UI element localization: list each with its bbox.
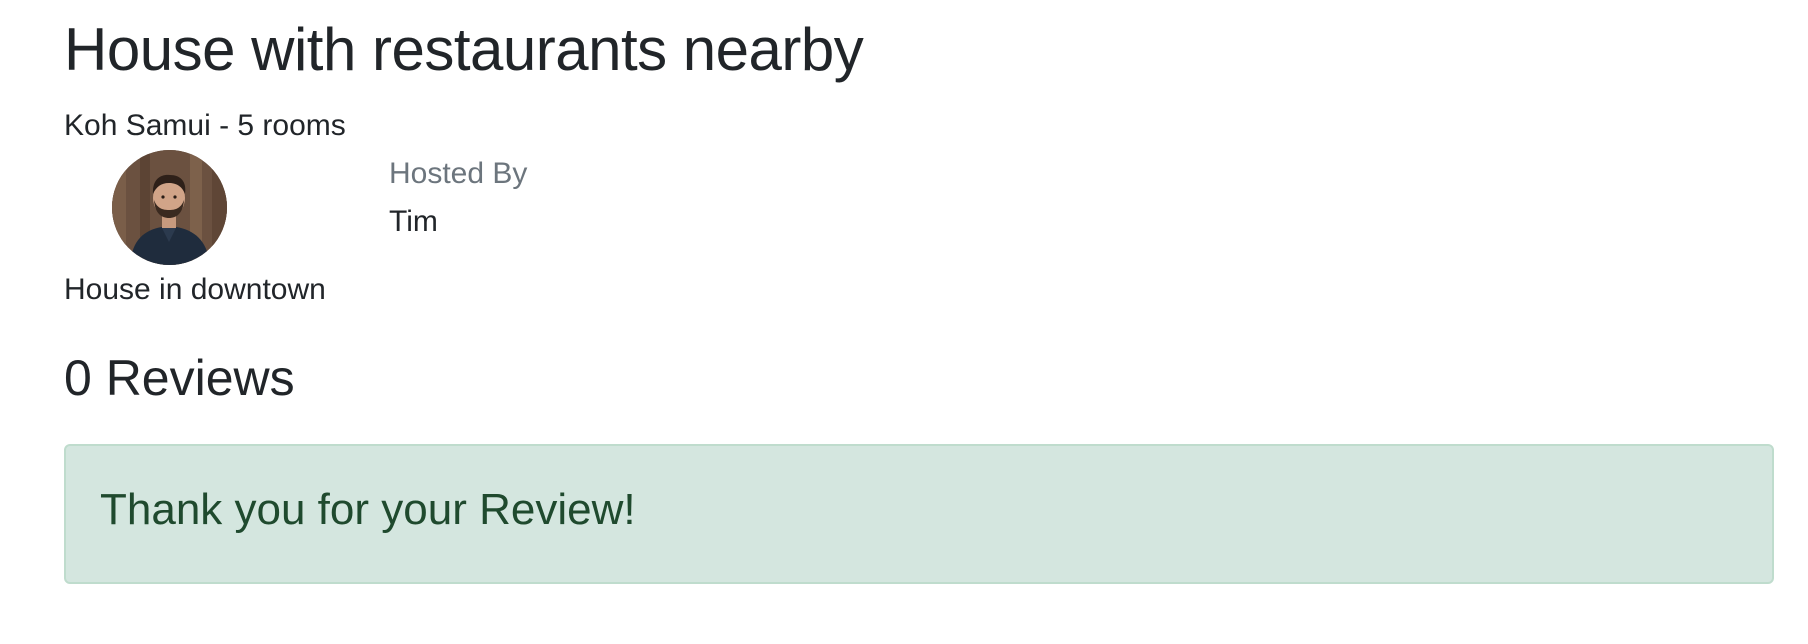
- listing-title: House with restaurants nearby: [64, 16, 864, 83]
- listing-page: House with restaurants nearby Koh Samui …: [0, 0, 1808, 644]
- host-name: Tim: [389, 205, 438, 238]
- listing-description: House in downtown: [64, 273, 326, 306]
- listing-location: Koh Samui - 5 rooms: [64, 109, 346, 142]
- host-avatar: [112, 150, 227, 265]
- review-success-alert: Thank you for your Review!: [64, 444, 1774, 584]
- alert-message: Thank you for your Review!: [100, 485, 636, 534]
- reviews-heading: 0 Reviews: [64, 350, 295, 406]
- hosted-by-label: Hosted By: [389, 157, 528, 190]
